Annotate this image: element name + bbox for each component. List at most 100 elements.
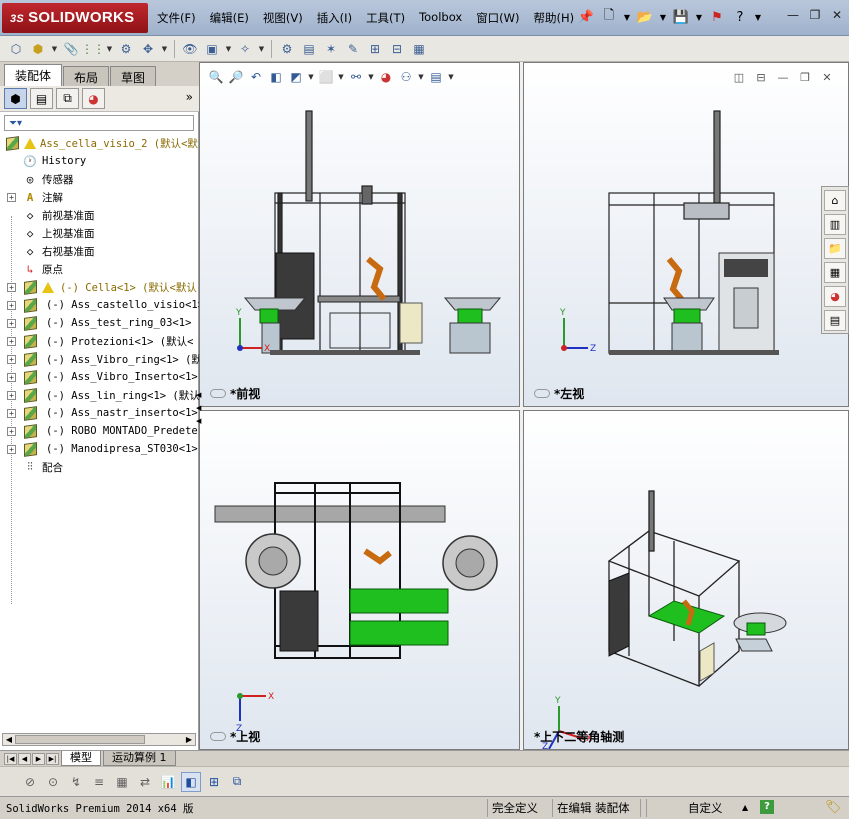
insert-component-icon[interactable]: ⬢ <box>28 39 48 59</box>
collapse-arrow-icon[interactable]: ◀ <box>196 417 204 425</box>
restore-doc-icon[interactable]: ❐ <box>797 70 813 84</box>
appearances-scenes-icon[interactable]: ◕ <box>824 286 846 307</box>
panel-splitter[interactable]: ◀ ◀ ◀ <box>196 388 204 428</box>
restore-icon[interactable]: ❐ <box>807 7 823 23</box>
collapse-arrow-icon[interactable]: ◀ <box>196 404 204 412</box>
help-dropdown-icon[interactable]: ▼ <box>753 6 763 28</box>
smart-fasteners-icon[interactable]: ⚙ <box>116 39 136 59</box>
edit-component-icon[interactable]: ⬡ <box>6 39 26 59</box>
tree-item-component[interactable]: + (-) ROBO MONTADO_Predeterm <box>0 422 199 440</box>
traffic-light-icon[interactable]: ⚑ <box>707 6 727 28</box>
expand-panel-icon[interactable]: » <box>186 90 193 104</box>
configuration-manager-icon[interactable]: ⧉ <box>56 88 79 109</box>
collapse-arrow-icon[interactable]: ◀ <box>196 391 204 399</box>
pattern-dropdown-icon[interactable]: ▼ <box>105 39 114 59</box>
file-explorer-icon[interactable]: 📁 <box>824 238 846 259</box>
expand-icon[interactable]: + <box>7 192 16 202</box>
viewport-isometric[interactable]: Y X Z *上下二等角轴测 <box>523 410 849 750</box>
mate-icon[interactable]: 📎 <box>61 39 81 59</box>
view-settings-icon[interactable]: ▤ <box>427 68 445 86</box>
interference-detection-icon[interactable]: ⊞ <box>365 39 385 59</box>
scroll-left-icon[interactable]: ◀ <box>3 734 15 745</box>
view-orientation-dropdown-icon[interactable]: ▼ <box>307 68 315 86</box>
tree-filter[interactable]: ⏷▾ <box>4 115 194 131</box>
expand-icon[interactable]: + <box>7 426 16 436</box>
linear-pattern-icon[interactable]: ⋮⋮ <box>81 39 105 59</box>
viewport-front[interactable]: Y X *前视 <box>199 62 520 407</box>
motion-tool-icon[interactable]: ↯ <box>66 772 86 792</box>
tree-item-component[interactable]: + (-) Ass_Vibro_ring<1> (默 <box>0 350 199 368</box>
tab-layout[interactable]: 布局 <box>63 66 110 86</box>
custom-properties-icon[interactable]: ▤ <box>824 310 846 331</box>
open-dropdown-icon[interactable]: ▼ <box>658 6 668 28</box>
link-views-icon[interactable] <box>534 389 550 398</box>
save-icon[interactable]: 💾 <box>671 6 691 28</box>
reference-dropdown-icon[interactable]: ▼ <box>257 39 266 59</box>
four-view-icon[interactable]: ⊞ <box>204 772 224 792</box>
motion-tool-icon[interactable]: ⊙ <box>43 772 63 792</box>
show-hidden-icon[interactable]: 👁 <box>180 39 200 59</box>
expand-icon[interactable]: + <box>7 282 16 292</box>
tree-item-history[interactable]: 🕐 History <box>0 152 199 170</box>
tab-motion-study[interactable]: 运动算例 1 <box>103 751 176 766</box>
view-settings-dropdown-icon[interactable]: ▼ <box>447 68 455 86</box>
apply-scene-icon[interactable]: ⚇ <box>397 68 415 86</box>
new-motion-study-icon[interactable]: ⚙ <box>277 39 297 59</box>
menu-tools[interactable]: 工具(T) <box>359 8 412 28</box>
design-library-icon[interactable]: ▥ <box>824 214 846 235</box>
previous-view-icon[interactable]: ↶ <box>247 68 265 86</box>
prev-tab-icon[interactable]: ◀ <box>18 752 31 765</box>
next-tab-icon[interactable]: ▶ <box>32 752 45 765</box>
menu-insert[interactable]: 插入(I) <box>310 8 359 28</box>
zoom-to-area-icon[interactable]: 🔎 <box>227 68 245 86</box>
tab-assembly[interactable]: 装配体 <box>4 64 63 86</box>
pin-icon[interactable]: 📌 <box>576 6 596 28</box>
menu-edit[interactable]: 编辑(E) <box>203 8 256 28</box>
menu-window[interactable]: 窗口(W) <box>469 8 526 28</box>
bill-of-materials-icon[interactable]: ▤ <box>299 39 319 59</box>
apply-scene-dropdown-icon[interactable]: ▼ <box>417 68 425 86</box>
tab-sketch[interactable]: 草图 <box>110 66 157 86</box>
hide-show-items-icon[interactable]: ⚯ <box>347 68 365 86</box>
first-tab-icon[interactable]: |◀ <box>4 752 17 765</box>
menu-help[interactable]: 帮助(H) <box>527 8 582 28</box>
solidworks-logo[interactable]: 3S SOLIDWORKS <box>2 3 148 33</box>
tree-item-component[interactable]: + (-) Ass_nastr_inserto<1> <box>0 404 199 422</box>
single-view-icon[interactable]: ◧ <box>181 771 201 792</box>
property-manager-icon[interactable]: ▤ <box>30 88 53 109</box>
tree-item-top-plane[interactable]: ◇ 上视基准面 <box>0 224 199 242</box>
link-views-icon[interactable] <box>210 389 226 398</box>
viewport-left[interactable]: Y Z *左视 <box>523 62 849 407</box>
menu-view[interactable]: 视图(V) <box>256 8 310 28</box>
menu-toolbox[interactable]: Toolbox <box>412 8 469 28</box>
tree-item-front-plane[interactable]: ◇ 前视基准面 <box>0 206 199 224</box>
tree-item-component[interactable]: + (-) Ass_castello_visio<1> <box>0 296 199 314</box>
help-status-icon[interactable]: ? <box>760 800 774 814</box>
tree-item-origin[interactable]: ↳ 原点 <box>0 260 199 278</box>
expand-icon[interactable]: + <box>7 372 16 382</box>
expand-icon[interactable]: + <box>7 300 16 310</box>
last-tab-icon[interactable]: ▶| <box>46 752 59 765</box>
tree-item-component[interactable]: + (-) Cella<1> (默认<默认 <box>0 278 199 296</box>
motion-tool-icon[interactable]: ⇄ <box>135 772 155 792</box>
instant3d-icon[interactable]: ▦ <box>409 39 429 59</box>
link-views-icon[interactable] <box>210 732 226 741</box>
save-dropdown-icon[interactable]: ▼ <box>694 6 704 28</box>
expand-icon[interactable]: + <box>7 408 16 418</box>
features-dropdown-icon[interactable]: ▼ <box>224 39 233 59</box>
assembly-features-icon[interactable]: ▣ <box>202 39 222 59</box>
units-selector[interactable]: 自定义 <box>684 799 723 817</box>
expand-icon[interactable]: + <box>7 318 16 328</box>
display-style-dropdown-icon[interactable]: ▼ <box>337 68 345 86</box>
move-component-icon[interactable]: ✥ <box>138 39 158 59</box>
tree-item-component[interactable]: + (-) Ass_Vibro_Inserto<1> <box>0 368 199 386</box>
expand-icon[interactable]: + <box>7 444 16 454</box>
menu-file[interactable]: 文件(F) <box>150 8 203 28</box>
expand-icon[interactable]: + <box>7 354 16 364</box>
section-view-icon[interactable]: ◧ <box>267 68 285 86</box>
move-dropdown-icon[interactable]: ▼ <box>160 39 169 59</box>
tag-icon[interactable]: 🏷 <box>825 800 842 815</box>
tree-item-annotations[interactable]: + A 注解 <box>0 188 199 206</box>
expand-icon[interactable]: + <box>7 336 16 346</box>
tree-item-sensors[interactable]: ◎ 传感器 <box>0 170 199 188</box>
